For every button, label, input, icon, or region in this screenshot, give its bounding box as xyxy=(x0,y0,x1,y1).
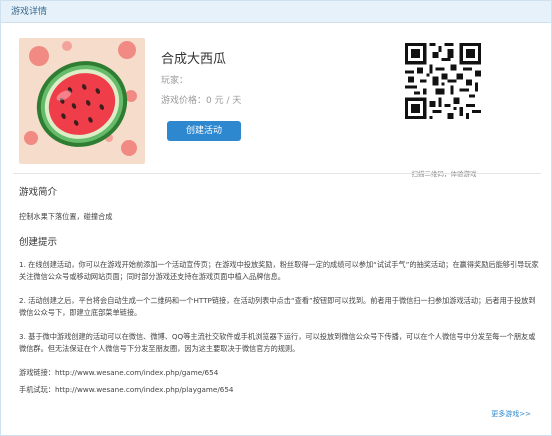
more-games-link[interactable]: 更多游戏>> xyxy=(491,409,531,419)
panel-header: 游戏详情 xyxy=(1,1,551,23)
tips-heading: 创建提示 xyxy=(19,236,58,248)
intro-heading: 游戏简介 xyxy=(19,187,58,198)
player-label: 玩家： xyxy=(161,76,189,86)
section-divider xyxy=(13,173,541,174)
tip-item: 2. 活动创建之后，平台将会自动生成一个二维码和一个HTTP链接，在活动列表中点… xyxy=(19,295,536,318)
game-title: 合成大西瓜 xyxy=(161,52,227,67)
game-detail-panel: 游戏详情 合成大西瓜 玩家： 游戏价格：0 元 / 天 创建活动 扫描二维码，体… xyxy=(0,0,552,436)
game-link[interactable]: 游戏链接：http://www.wesane.com/index.php/gam… xyxy=(19,367,539,380)
game-info: 合成大西瓜 玩家： 游戏价格：0 元 / 天 创建活动 xyxy=(161,35,401,141)
game-summary: 合成大西瓜 玩家： 游戏价格：0 元 / 天 创建活动 扫描二维码，体验游戏 xyxy=(19,35,535,185)
mobile-play-link[interactable]: 手机试玩：http://www.wesane.com/index.php/pla… xyxy=(19,384,539,397)
price-label: 游戏价格： xyxy=(161,96,207,106)
game-thumbnail[interactable] xyxy=(19,38,145,164)
tip-item: 3. 基于微中游戏创建的活动可以在微信、微博、QQ等主流社交软件或手机浏览器下运… xyxy=(19,331,536,354)
qr-code-image xyxy=(405,43,481,119)
price-row: 游戏价格：0 元 / 天 xyxy=(161,94,401,108)
watermelon-image xyxy=(19,38,145,164)
create-activity-button[interactable]: 创建活动 xyxy=(167,121,241,141)
game-description: 游戏简介 控制水果下落位置，碰撞合成 创建提示 1. 在线创建活动，你可以在游戏… xyxy=(19,186,539,397)
tip-item: 1. 在线创建活动，你可以在游戏开始前添加一个活动宣传页；在游戏中投放奖励，粉丝… xyxy=(19,259,539,282)
price-value: 0 元 / 天 xyxy=(206,96,242,106)
intro-text: 控制水果下落位置，碰撞合成 xyxy=(19,212,113,221)
